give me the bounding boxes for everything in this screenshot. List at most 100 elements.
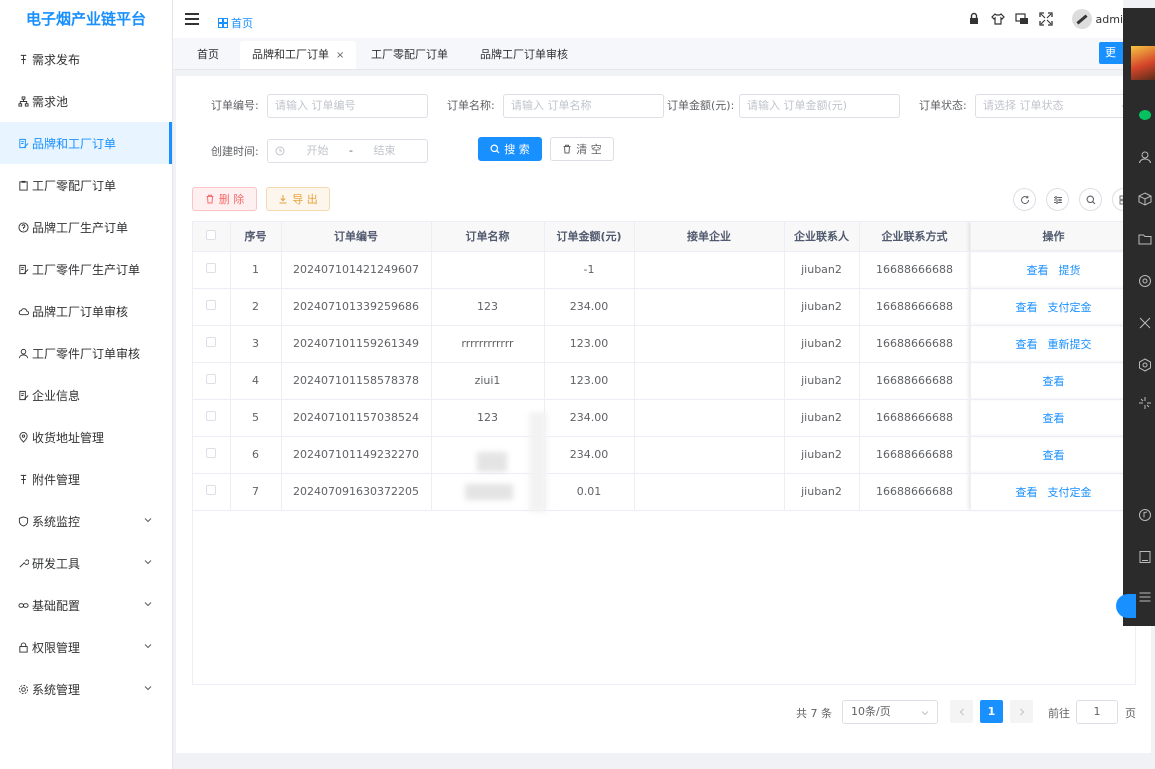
sidebar-item-3[interactable]: 工厂零配厂订单 [0, 164, 172, 206]
action-link[interactable]: 查看 [1016, 338, 1038, 351]
link-icon [17, 599, 29, 611]
tag-brand-factory-orders[interactable]: 品牌和工厂订单 × [240, 41, 357, 69]
hamburger-icon[interactable] [185, 13, 199, 25]
search-button[interactable]: 搜 索 [478, 137, 542, 161]
prev-page-button[interactable] [950, 700, 973, 723]
order-no-input[interactable]: 请输入 订单编号 [267, 94, 428, 118]
goto-page-input[interactable]: 1 [1076, 700, 1118, 724]
toggle-search-button[interactable] [1079, 188, 1102, 211]
sidebar-item-label: 品牌和工厂订单 [32, 136, 117, 151]
sidebar-item-1[interactable]: 需求池 [0, 80, 172, 122]
user-name[interactable]: admi [1096, 13, 1124, 26]
aperture-icon[interactable] [1138, 274, 1152, 288]
start-date-input[interactable]: 开始 [295, 140, 340, 162]
shirt-icon[interactable] [991, 12, 1005, 26]
sidebar-item-15[interactable]: 系统管理 [0, 668, 172, 710]
sidebar-item-5[interactable]: 工厂零件厂生产订单 [0, 248, 172, 290]
page-size-select[interactable]: 10条/页 [842, 700, 938, 724]
row-checkbox[interactable] [206, 374, 217, 384]
refresh-button[interactable] [1013, 188, 1036, 211]
device-icon[interactable] [1138, 550, 1152, 564]
sidebar-item-6[interactable]: 品牌工厂订单审核 [0, 290, 172, 332]
sidebar-item-9[interactable]: 收货地址管理 [0, 416, 172, 458]
action-link[interactable]: 查看 [1043, 375, 1065, 388]
chat-icon[interactable] [1138, 108, 1152, 122]
row-checkbox[interactable] [206, 300, 217, 310]
delete-button[interactable]: 删 除 [192, 187, 257, 211]
breadcrumb-home[interactable]: 首页 [231, 15, 253, 31]
sidebar-item-10[interactable]: 附件管理 [0, 458, 172, 500]
sidebar-item-13[interactable]: 基础配置 [0, 584, 172, 626]
sidebar-item-label: 品牌工厂订单审核 [32, 304, 129, 319]
column-header: 订单金额(元) [544, 222, 635, 252]
cube-icon[interactable] [1138, 192, 1152, 206]
action-link[interactable]: 查看 [1043, 449, 1065, 462]
close-icon[interactable]: × [336, 50, 344, 61]
action-link[interactable]: 查看 [1027, 264, 1049, 277]
action-link[interactable]: 查看 [1043, 412, 1065, 425]
dashboard-icon [218, 18, 228, 28]
sidebar-item-4[interactable]: 品牌工厂生产订单 [0, 206, 172, 248]
row-checkbox[interactable] [206, 337, 217, 347]
fullscreen-icon[interactable] [1039, 12, 1053, 26]
ribbon-icon[interactable] [1138, 316, 1152, 330]
screen-icon[interactable] [1015, 12, 1029, 26]
breadcrumb[interactable]: 首页 [218, 15, 253, 31]
page-number-button[interactable]: 1 [980, 700, 1003, 723]
status-select[interactable]: 请选择 订单状态 [975, 94, 1136, 118]
sidebar-item-7[interactable]: 工厂零件厂订单审核 [0, 332, 172, 374]
thumbnail-image[interactable] [1131, 46, 1155, 80]
floating-action-button[interactable] [1116, 594, 1136, 618]
tag-label: 工厂零配厂订单 [371, 48, 448, 61]
menu-icon[interactable] [1138, 590, 1152, 604]
action-link[interactable]: 提货 [1059, 264, 1081, 277]
folder-icon[interactable] [1138, 232, 1152, 246]
row-checkbox[interactable] [206, 411, 217, 421]
cell-company [634, 251, 785, 289]
sidebar-item-2[interactable]: 品牌和工厂订单 [0, 122, 172, 164]
row-checkbox[interactable] [206, 263, 217, 273]
sidebar-item-8[interactable]: 企业信息 [0, 374, 172, 416]
export-button[interactable]: 导 出 [266, 187, 330, 211]
tag-brand-factory-review[interactable]: 品牌工厂订单审核 [468, 41, 580, 69]
search-button-label: 搜 索 [504, 143, 530, 156]
sidebar-item-11[interactable]: 系统监控 [0, 500, 172, 542]
row-checkbox[interactable] [206, 485, 217, 495]
action-link[interactable]: 查看 [1016, 486, 1038, 499]
cell-order-no: 202407101158578378 [281, 362, 432, 400]
column-header: 序号 [230, 222, 282, 252]
action-link[interactable]: 查看 [1016, 301, 1038, 314]
sparkle-icon[interactable] [1138, 396, 1152, 410]
cell-index: 3 [230, 325, 282, 363]
date-range-picker[interactable]: 开始 - 结束 [267, 139, 428, 163]
action-link[interactable]: 重新提交 [1048, 338, 1092, 351]
column-filter-button[interactable] [1046, 188, 1069, 211]
user-icon[interactable] [1138, 150, 1152, 164]
music-icon[interactable] [1138, 508, 1152, 522]
amount-input[interactable]: 请输入 订单金额(元) [739, 94, 900, 118]
action-link[interactable]: 支付定金 [1048, 301, 1092, 314]
tag-home[interactable]: 首页 [185, 41, 231, 69]
action-link[interactable]: 支付定金 [1048, 486, 1092, 499]
more-button[interactable]: 更 [1099, 42, 1123, 64]
tag-factory-parts-orders[interactable]: 工厂零配厂订单 [359, 41, 460, 69]
chevron-down-icon [144, 686, 152, 691]
table-row: 3 202407101159261349 rrrrrrrrrrrr 123.00 jiu… [193, 325, 1135, 363]
user-menu[interactable]: admi [1071, 9, 1124, 29]
sidebar-item-14[interactable]: 权限管理 [0, 626, 172, 668]
header-icons [967, 12, 1053, 26]
avatar[interactable] [1071, 9, 1092, 29]
sidebar-item-0[interactable]: 需求发布 [0, 38, 172, 80]
amount-label: 订单金额(元): [667, 99, 735, 112]
end-date-input[interactable]: 结束 [362, 140, 407, 162]
hexagon-icon[interactable] [1138, 358, 1152, 372]
sidebar-item-12[interactable]: 研发工具 [0, 542, 172, 584]
clear-button[interactable]: 清 空 [550, 137, 614, 161]
gear-icon [17, 683, 29, 695]
select-all-checkbox[interactable] [206, 229, 217, 240]
chevron-down-icon [921, 711, 929, 716]
row-checkbox[interactable] [206, 448, 217, 458]
order-name-input[interactable]: 请输入 订单名称 [503, 94, 664, 118]
next-page-button[interactable] [1010, 700, 1033, 723]
lock-icon[interactable] [967, 12, 981, 26]
